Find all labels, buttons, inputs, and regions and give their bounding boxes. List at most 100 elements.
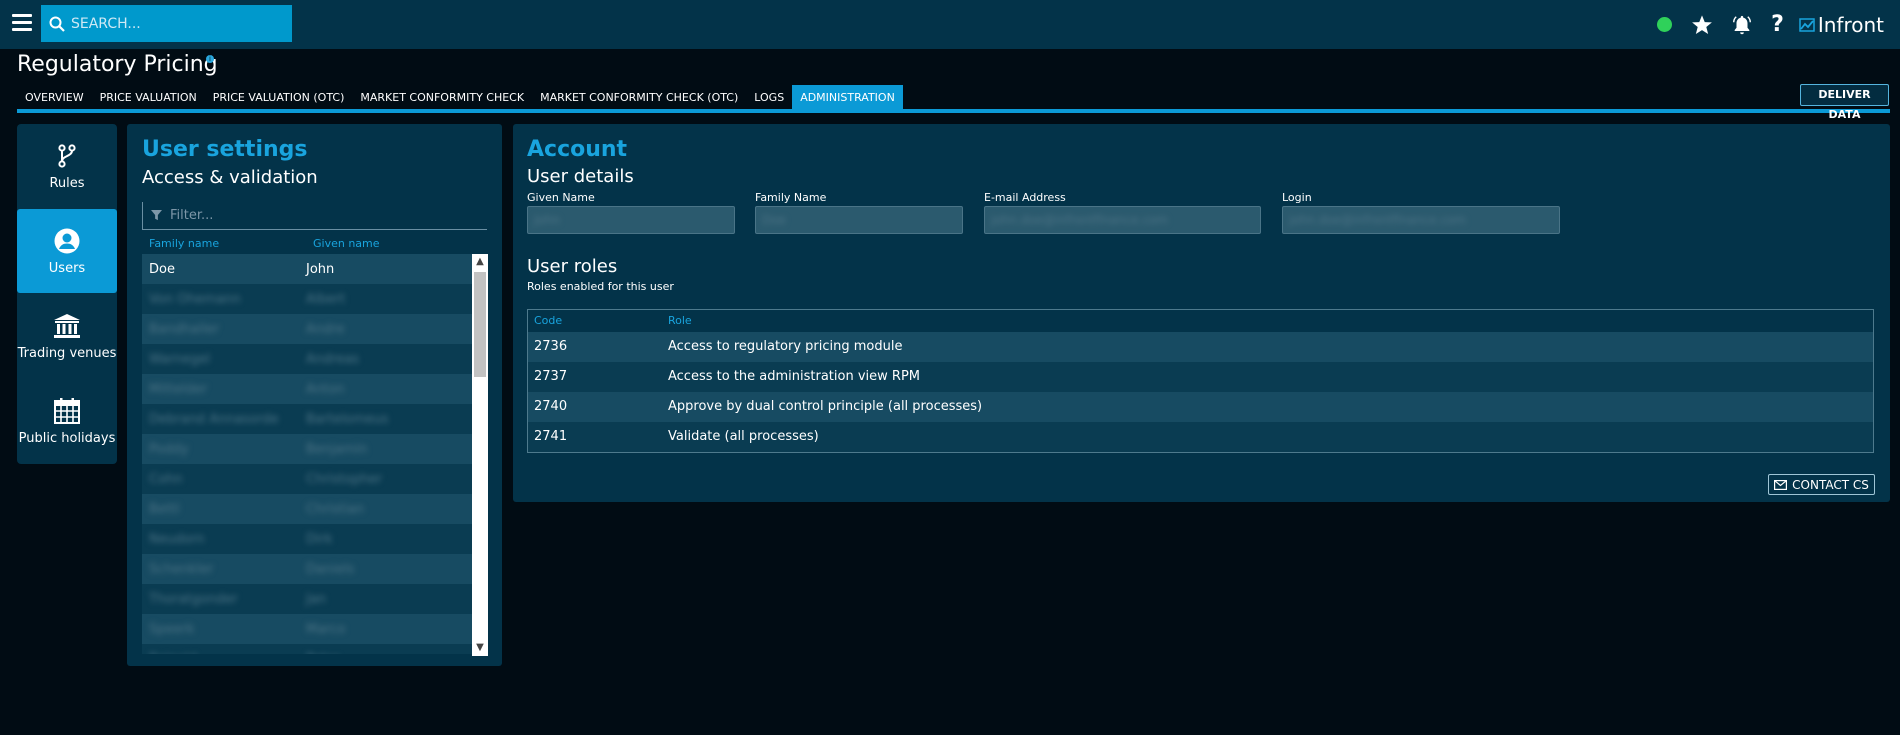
user-list-row[interactable]: Speerk Marco (142, 614, 472, 644)
user-list-row[interactable]: Bandhaller Andre (142, 314, 472, 344)
user-given-name: Andreas (306, 351, 360, 367)
search-box[interactable] (41, 5, 292, 42)
user-given-name: Benjamin (306, 441, 368, 457)
user-settings-subtitle: Access & validation (142, 167, 318, 188)
tab-market-conformity-check-otc[interactable]: MARKET CONFORMITY CHECK (OTC) (532, 85, 746, 110)
login-field[interactable]: john.doe@infrontfinance.com (1282, 206, 1560, 234)
tab-logs[interactable]: LOGS (746, 85, 792, 110)
user-list-row[interactable]: Bettl Christian (142, 494, 472, 524)
sidebar-item-public-holidays[interactable]: Public holidays (17, 379, 117, 463)
user-list-scrollbar[interactable]: ▲ ▼ (472, 254, 488, 656)
info-icon[interactable]: i (206, 55, 214, 63)
given-name-label: Given Name (527, 191, 595, 204)
role-name: Approve by dual control principle (all p… (668, 399, 983, 414)
role-row[interactable]: 2741 Validate (all processes) (528, 422, 1873, 452)
help-icon[interactable]: ? (1771, 12, 1784, 37)
user-settings-title: User settings (142, 137, 308, 162)
module-tabs: OVERVIEW PRICE VALUATION PRICE VALUATION… (17, 85, 903, 110)
contact-cs-label: CONTACT CS (1792, 477, 1869, 492)
roles-table-header: Code Role (528, 310, 1873, 332)
filter-input[interactable] (170, 208, 470, 223)
user-family-name: Warnegel (149, 351, 211, 367)
tab-price-valuation-otc[interactable]: PRICE VALUATION (OTC) (205, 85, 353, 110)
user-list-row[interactable]: Von Ohemann Albert (142, 284, 472, 314)
column-header-role[interactable]: Role (668, 314, 692, 327)
sidebar-item-rules[interactable]: Rules (17, 124, 117, 208)
tab-price-valuation[interactable]: PRICE VALUATION (92, 85, 205, 110)
account-title: Account (527, 137, 628, 162)
role-code: 2741 (534, 429, 568, 444)
user-list-row[interactable]: Cohn Christopher (142, 464, 472, 494)
deliver-data-button[interactable]: DELIVER DATA (1800, 84, 1889, 121)
user-family-name: Neudorn (149, 531, 205, 547)
column-header-family-name[interactable]: Family name (149, 237, 219, 250)
sidebar-label-public-holidays: Public holidays (18, 430, 116, 446)
given-name-field[interactable]: John (527, 206, 735, 234)
family-name-field[interactable]: Doe (755, 206, 963, 234)
user-list: Doe John Von Ohemann Albert Bandhaller Andre W… (142, 254, 472, 654)
given-name-value: John (534, 213, 561, 227)
scroll-down-icon[interactable]: ▼ (472, 640, 488, 656)
top-bar: ? Infront (0, 0, 1900, 49)
admin-sidebar: Rules Users Trading venues Public holida… (17, 124, 117, 464)
sidebar-label-users: Users (48, 260, 86, 276)
role-name: Access to regulatory pricing module (668, 339, 903, 354)
user-list-row[interactable]: Thoratgonder Jan (142, 584, 472, 614)
user-settings-panel: User settings Access & validation Family… (127, 124, 502, 666)
user-list-row[interactable]: Poddy Benjamin (142, 434, 472, 464)
user-list-row[interactable]: Debrand Annasorde Bartelomeus (142, 404, 472, 434)
filter-icon (151, 210, 162, 221)
user-given-name: Anton (306, 381, 345, 397)
bank-icon (54, 313, 80, 338)
scroll-thumb[interactable] (474, 272, 486, 377)
user-given-name: Peter (306, 652, 406, 655)
role-code: 2736 (534, 339, 568, 354)
user-icon (54, 228, 80, 253)
user-given-name: Marco (306, 621, 346, 637)
column-header-code[interactable]: Code (534, 314, 562, 327)
role-row[interactable]: 2736 Access to regulatory pricing module (528, 332, 1873, 362)
sidebar-item-trading-venues[interactable]: Trading venues (17, 294, 117, 378)
user-family-name: Speerk (149, 621, 195, 637)
sidebar-item-users[interactable]: Users (17, 209, 117, 293)
sidebar-label-trading-venues: Trading venues (17, 345, 117, 361)
user-family-name: Debrand Annasorde (149, 411, 279, 427)
user-given-name: Jan (306, 591, 327, 607)
email-field[interactable]: john.doe@infrontfinance.com (984, 206, 1261, 234)
roles-table-body: 2736 Access to regulatory pricing module 2… (528, 332, 1873, 452)
bell-icon[interactable] (1731, 14, 1753, 36)
page-title: Regulatory Pricing (17, 52, 218, 77)
search-input[interactable] (71, 15, 281, 32)
user-roles-title: User roles (527, 256, 618, 277)
user-list-row[interactable]: ReinoldPeter (142, 644, 472, 654)
user-list-row[interactable]: Schenkler Daniels (142, 554, 472, 584)
user-given-name: Daniels (306, 561, 355, 577)
filter-field[interactable] (142, 202, 487, 230)
role-row[interactable]: 2740 Approve by dual control principle (a… (528, 392, 1873, 422)
account-panel: Account User details Given Name John Fam… (513, 124, 1890, 502)
user-family-name: Doe (149, 261, 175, 277)
user-family-name: Von Ohemann (149, 291, 241, 307)
user-family-name: Cohn (149, 471, 183, 487)
calendar-icon (54, 397, 80, 424)
user-list-row[interactable]: Mittelder Anton (142, 374, 472, 404)
sidebar-label-rules: Rules (49, 175, 85, 191)
star-icon[interactable] (1691, 14, 1713, 36)
user-given-name: Bartelomeus (306, 411, 389, 427)
user-given-name: Christopher (306, 471, 382, 487)
user-list-header: Family name Given name (142, 237, 487, 253)
tab-overview[interactable]: OVERVIEW (17, 85, 92, 110)
user-list-row[interactable]: Warnegel Andreas (142, 344, 472, 374)
tab-market-conformity-check[interactable]: MARKET CONFORMITY CHECK (352, 85, 532, 110)
contact-cs-button[interactable]: CONTACT CS (1768, 474, 1875, 495)
user-given-name: Christian (306, 501, 364, 517)
user-details-title: User details (527, 166, 634, 187)
column-header-given-name[interactable]: Given name (313, 237, 380, 250)
user-list-row[interactable]: Doe John (142, 254, 472, 284)
scroll-up-icon[interactable]: ▲ (472, 254, 488, 270)
tab-administration[interactable]: ADMINISTRATION (792, 85, 903, 110)
role-row[interactable]: 2737 Access to the administration view RP… (528, 362, 1873, 392)
user-list-row[interactable]: Neudorn Dirk (142, 524, 472, 554)
brand-logo[interactable]: Infront (1799, 13, 1884, 37)
menu-icon[interactable] (12, 14, 32, 32)
